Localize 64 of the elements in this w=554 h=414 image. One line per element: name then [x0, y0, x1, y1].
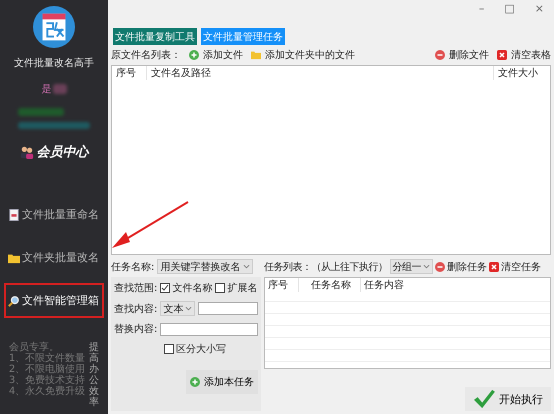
scope-label: 查找范围: — [114, 282, 158, 295]
replace-label: 替换内容: — [114, 322, 158, 336]
redacted-text — [52, 84, 66, 94]
case-checkbox[interactable]: 区分大小写 — [164, 342, 226, 356]
checkmark-icon — [161, 284, 170, 292]
scope-checkbox[interactable]: 扩展名 — [215, 281, 258, 295]
perk-text: 1、不限文件数量 — [8, 353, 86, 364]
perk-text: 3、免费技术支持 — [8, 375, 86, 386]
scope-checkbox[interactable]: 文件名称 — [160, 281, 212, 295]
replace-input[interactable] — [160, 322, 258, 336]
close-icon — [497, 50, 507, 60]
redacted-text — [18, 122, 90, 129]
app-logo-icon — [33, 6, 75, 48]
delete-file-button[interactable]: 删除文件 — [435, 48, 489, 62]
nav-item[interactable]: 文件智能管理箱 — [4, 283, 104, 318]
task-list-label: 任务列表：（从上往下执行） — [264, 260, 388, 274]
nav-item[interactable]: 文件批量重命名 — [4, 197, 104, 232]
window-control[interactable]: × — [534, 2, 544, 18]
find-label: 查找内容: — [114, 302, 158, 316]
app-title: 文件批量改名高手 — [14, 56, 94, 70]
column-header: 文件大小 — [497, 66, 539, 80]
group-dropdown[interactable]: 分组一 — [390, 259, 433, 274]
chevron-down-icon — [243, 264, 250, 269]
user-label: 是 — [42, 83, 52, 96]
window-control[interactable]: □ — [504, 2, 515, 18]
chevron-down-icon — [185, 306, 192, 311]
file-list-label: 原文件名列表： — [111, 48, 181, 62]
add-folder-button[interactable]: 添加文件夹中的文件 — [251, 48, 355, 62]
tab[interactable]: 文件批量复制工具 — [113, 28, 197, 45]
minus-icon — [435, 262, 445, 272]
plus-icon — [189, 50, 199, 60]
plus-icon — [190, 377, 200, 387]
minus-icon — [435, 50, 445, 60]
magnifier-icon — [8, 294, 20, 306]
chevron-down-icon — [423, 264, 430, 269]
nav-item[interactable]: 文件夹批量改名 — [4, 240, 104, 275]
find-input[interactable] — [198, 302, 258, 315]
find-type-dropdown[interactable]: 文本 — [160, 301, 196, 316]
delete-task-button[interactable]: 删除任务 — [435, 260, 487, 274]
add-task-button[interactable]: 添加本任务 — [186, 370, 258, 394]
task-name-dropdown[interactable]: 用关键字替换改名 — [157, 259, 254, 274]
folder-icon — [8, 252, 20, 264]
clear-tasks-button[interactable]: 清空任务 — [489, 260, 541, 274]
perk-text: 4、永久免费升级 — [8, 386, 86, 397]
window-control[interactable]: – — [478, 2, 484, 18]
start-button[interactable]: 开始执行 — [465, 387, 551, 411]
column-header: 序号 — [112, 66, 147, 80]
perks-title: 会员专享。 — [8, 342, 60, 353]
column-header: 序号 — [265, 278, 299, 292]
document-icon — [8, 208, 20, 220]
column-header: 任务内容 — [363, 278, 404, 292]
column-header: 文件名及路径 — [147, 66, 494, 80]
folder-icon — [251, 50, 261, 60]
checkmark-icon — [473, 389, 495, 409]
task-name-label: 任务名称: — [111, 260, 154, 274]
add-file-button[interactable]: 添加文件 — [189, 48, 243, 62]
member-center-link[interactable]: 会员中心 — [36, 143, 88, 161]
column-header: 任务名称 — [299, 278, 361, 292]
clear-table-button[interactable]: 清空表格 — [497, 48, 551, 62]
perk-text: 2、不限电脑使用 — [8, 364, 86, 375]
people-icon — [20, 145, 34, 159]
close-icon — [489, 262, 499, 272]
redacted-text — [18, 108, 64, 116]
slogan-text: 提高办公效率 — [89, 342, 100, 408]
